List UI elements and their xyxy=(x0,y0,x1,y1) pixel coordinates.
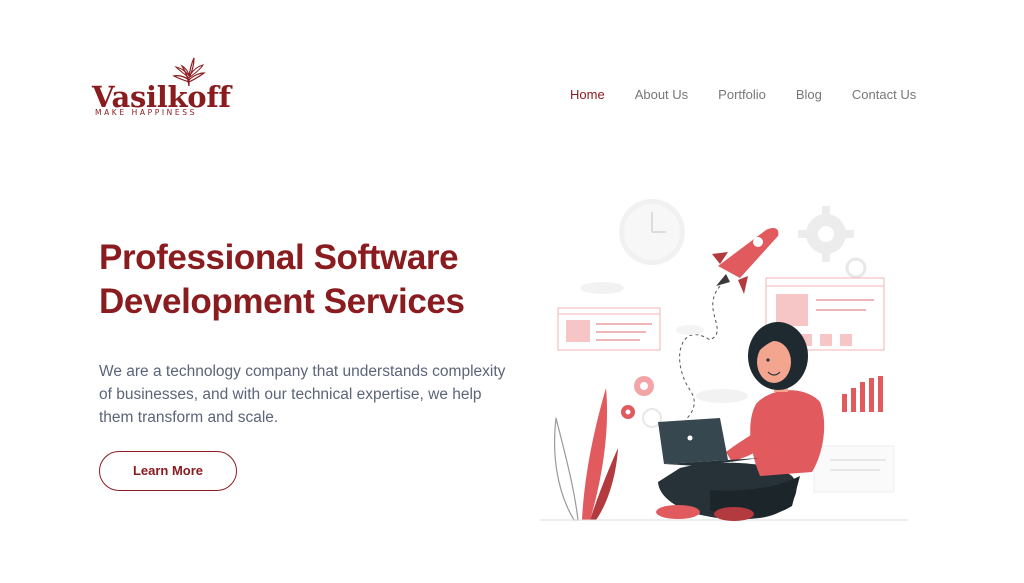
ui-card-left xyxy=(557,307,661,351)
nav-item-portfolio[interactable]: Portfolio xyxy=(718,86,766,104)
small-gear-icon xyxy=(845,257,867,279)
main-nav: Home About Us Portfolio Blog Contact Us xyxy=(570,86,916,104)
plant-icon xyxy=(554,388,618,521)
brand-tagline: MAKE HAPPINESS xyxy=(95,108,197,117)
woman-with-laptop-illustration xyxy=(656,322,825,521)
learn-more-button[interactable]: Learn More xyxy=(99,451,237,491)
hero-description: We are a technology company that underst… xyxy=(99,360,506,429)
hero-illustration xyxy=(540,199,908,521)
gear-icon xyxy=(798,206,854,262)
hero-title-line: Development Services xyxy=(99,282,465,321)
bar-chart-icon xyxy=(842,376,883,412)
brand-logo[interactable]: Vasilkoff MAKE HAPPINESS xyxy=(92,56,232,122)
nav-item-contact-us[interactable]: Contact Us xyxy=(852,86,916,104)
nav-item-home[interactable]: Home xyxy=(570,86,605,104)
hero-description-line: We are a technology company that underst… xyxy=(99,363,506,380)
hero-description-line: them transform and scale. xyxy=(99,409,279,426)
nav-item-about-us[interactable]: About Us xyxy=(635,86,688,104)
clock-icon xyxy=(619,199,685,265)
hero-description-line: of businesses, and with our technical ex… xyxy=(99,386,482,403)
nav-item-blog[interactable]: Blog xyxy=(796,86,822,104)
hero-title: Professional Software Development Servic… xyxy=(99,236,519,324)
gears-small-icon xyxy=(621,376,662,428)
hero-title-line: Professional Software xyxy=(99,238,459,277)
